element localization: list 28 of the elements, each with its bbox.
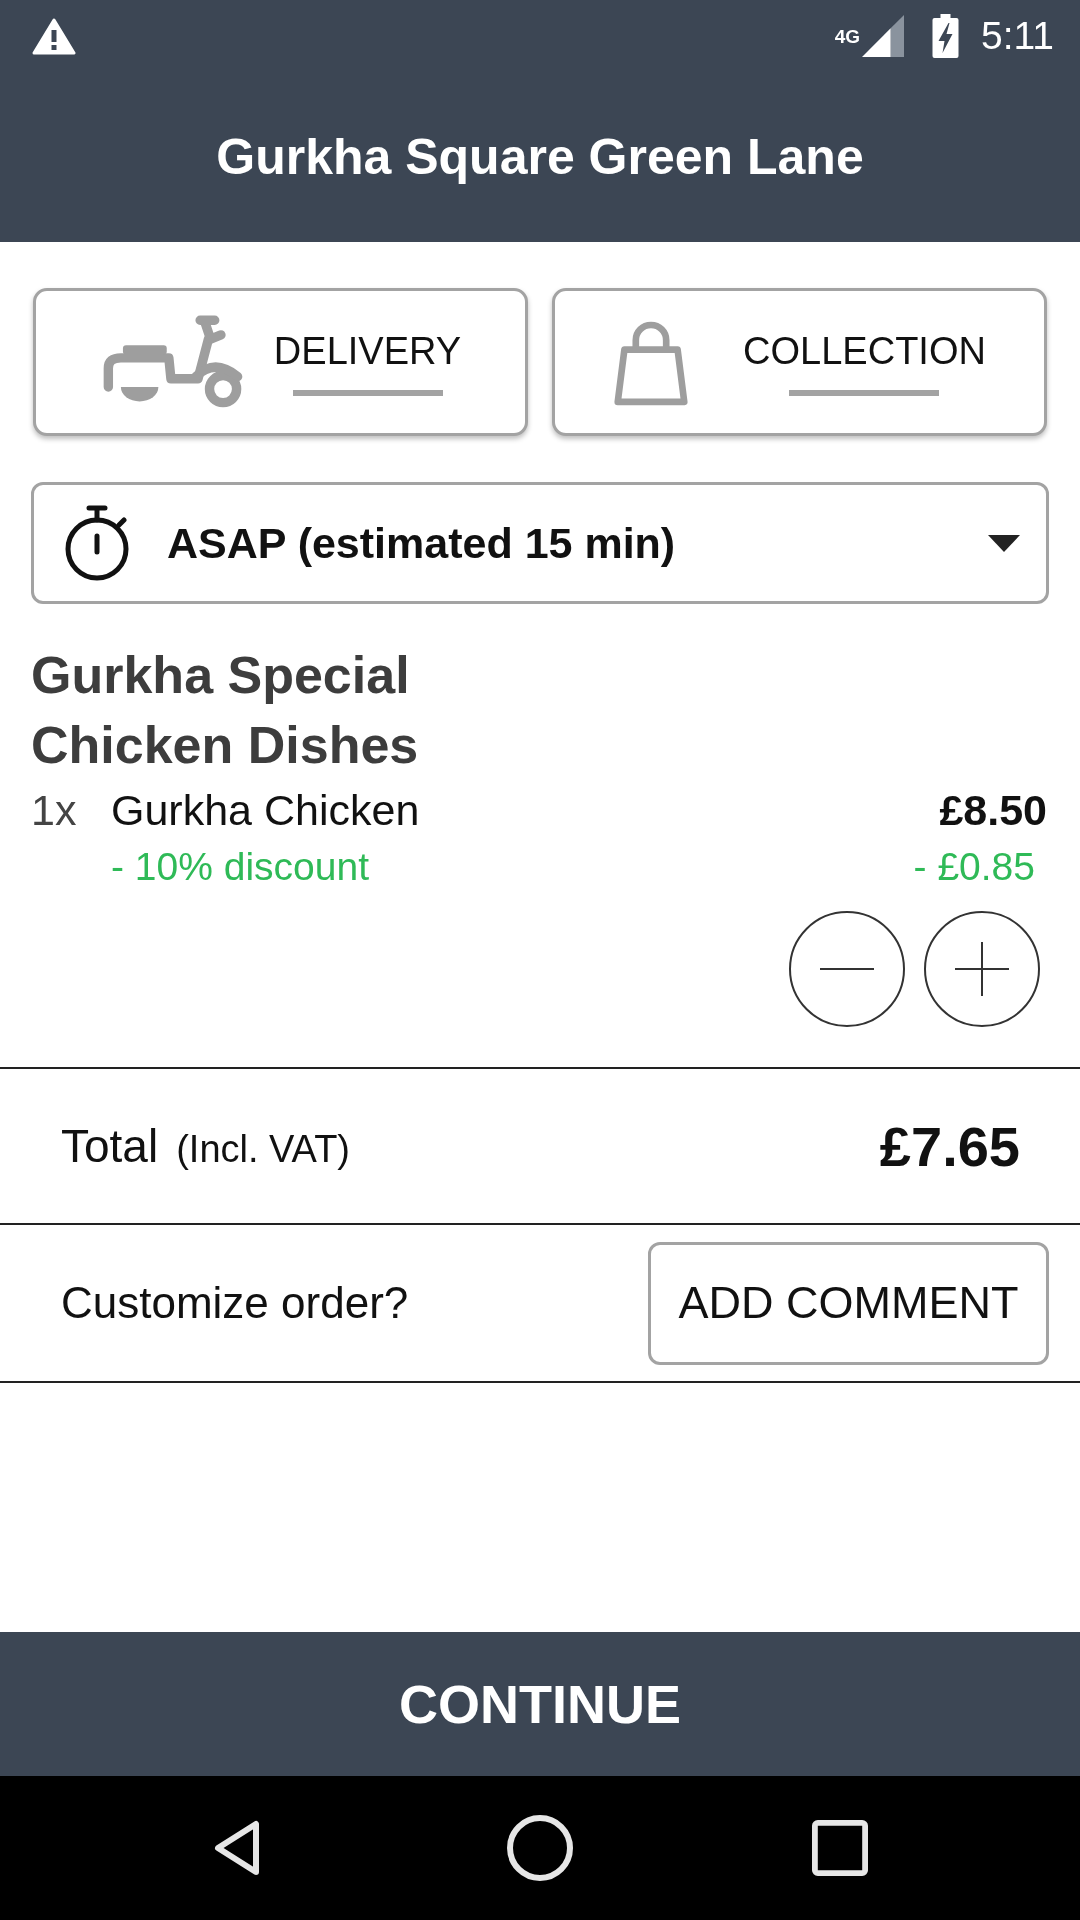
back-icon[interactable]	[213, 1820, 261, 1876]
item-price: £8.50	[939, 786, 1047, 835]
delivery-option-button[interactable]: DELIVERY	[33, 288, 528, 436]
network-type-label: 4G	[834, 26, 860, 48]
discount-amount: - £0.85	[913, 845, 1035, 889]
customize-prompt: Customize order?	[61, 1278, 409, 1328]
time-select-dropdown[interactable]: ASAP (estimated 15 min)	[31, 482, 1049, 604]
battery-charging-icon	[932, 14, 959, 58]
item-quantity: 1x	[31, 786, 78, 835]
recents-icon[interactable]	[812, 1820, 868, 1876]
plus-icon	[955, 942, 1009, 996]
continue-button[interactable]: CONTINUE	[0, 1632, 1080, 1776]
restaurant-title: Gurkha Square Green Lane	[216, 128, 864, 186]
minus-icon	[820, 968, 874, 970]
total-amount: £7.65	[879, 1113, 1020, 1179]
add-comment-button[interactable]: ADD COMMENT	[648, 1241, 1049, 1365]
collection-option-button[interactable]: COLLECTION	[552, 288, 1047, 436]
stopwatch-icon	[64, 504, 130, 582]
discount-label: - 10% discount	[111, 845, 370, 889]
signal-icon	[862, 15, 904, 57]
status-time: 5:11	[981, 14, 1054, 58]
home-icon[interactable]	[507, 1815, 573, 1881]
warning-icon	[32, 17, 76, 55]
item-name: Gurkha Chicken	[111, 786, 421, 835]
total-label: Total	[61, 1119, 159, 1173]
caret-icon	[988, 534, 1020, 552]
category-title: Gurkha Special Chicken Dishes	[31, 645, 420, 776]
vat-note: (Incl. VAT)	[176, 1128, 350, 1171]
